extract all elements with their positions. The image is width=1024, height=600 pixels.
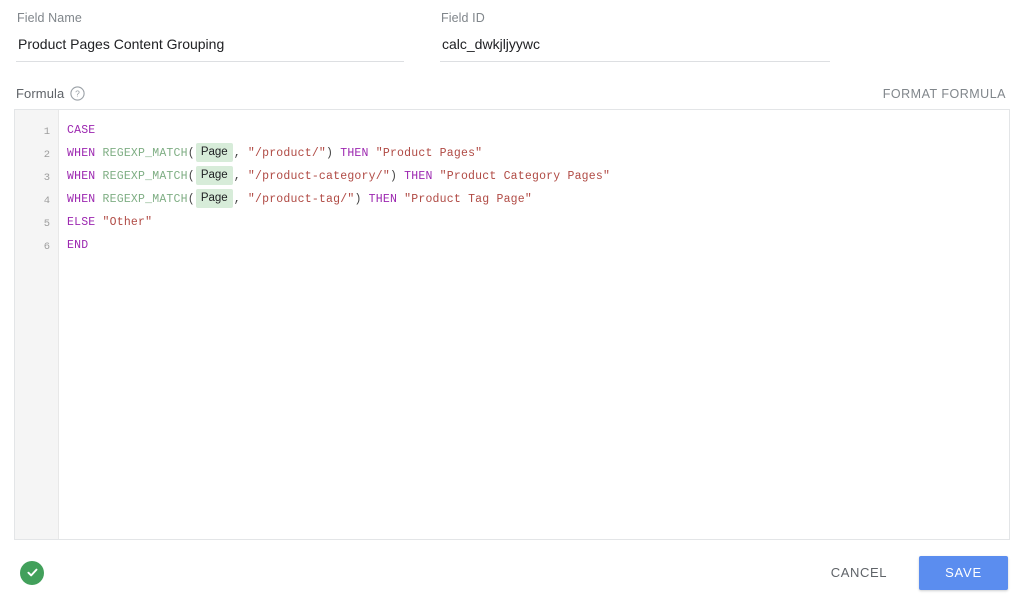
field-token-chip[interactable]: Page: [195, 143, 233, 162]
code-token: THEN: [340, 147, 369, 160]
field-token-chip[interactable]: Page: [195, 166, 233, 185]
code-line: CASE: [67, 119, 1009, 142]
code-token: "/product-category/": [247, 170, 390, 183]
field-name-label: Field Name: [17, 11, 82, 25]
line-number: 1: [43, 126, 50, 138]
check-circle-icon: [20, 560, 44, 585]
code-token: CASE: [67, 124, 96, 137]
formula-label: Formula: [16, 86, 65, 101]
line-number: 5: [43, 218, 50, 230]
code-token: (: [187, 193, 195, 206]
code-token: (: [187, 170, 195, 183]
line-number: 4: [43, 195, 50, 207]
field-name-group: Field Name: [16, 10, 404, 62]
line-number: 2: [43, 149, 50, 161]
code-token: REGEXP_MATCH: [102, 170, 188, 183]
line-number: 6: [43, 241, 50, 253]
svg-text:?: ?: [76, 89, 81, 99]
field-token-chip[interactable]: Page: [195, 189, 233, 208]
code-line: WHEN REGEXP_MATCH(Page, "/product-catego…: [67, 165, 1009, 188]
editor-code-area[interactable]: CASE WHEN REGEXP_MATCH(Page, "/product/")…: [59, 110, 1009, 539]
editor-gutter: 1 2 3 4 5 6: [15, 110, 59, 539]
field-id-input[interactable]: [440, 35, 830, 62]
code-token: ): [326, 147, 341, 160]
formula-label-group: Formula ?: [16, 86, 86, 101]
code-token: ,: [233, 193, 248, 206]
code-token: "Other": [102, 216, 153, 229]
code-line: END: [67, 234, 1009, 257]
field-name-input[interactable]: [16, 35, 404, 62]
code-token: WHEN: [67, 170, 96, 183]
code-token: (: [187, 147, 195, 160]
code-token: WHEN: [67, 193, 96, 206]
dialog-footer: CANCEL SAVE: [0, 545, 1024, 600]
code-token: ,: [233, 170, 248, 183]
code-token: WHEN: [67, 147, 96, 160]
line-number: 3: [43, 172, 50, 184]
cancel-button[interactable]: CANCEL: [817, 555, 901, 590]
fields-row: Field Name Field ID: [0, 0, 1024, 62]
formula-header: Formula ? FORMAT FORMULA: [0, 62, 1024, 101]
code-token: REGEXP_MATCH: [102, 193, 188, 206]
code-token: THEN: [368, 193, 398, 206]
code-token: ,: [233, 147, 248, 160]
formula-editor[interactable]: 123456 CASE WHEN REGEXP_MATCH(Page, "/pro…: [14, 109, 1010, 540]
code-token: REGEXP_MATCH: [102, 147, 188, 160]
code-token: "Product Tag Page": [404, 193, 532, 206]
code-line: WHEN REGEXP_MATCH(Page, "/product-tag/")…: [67, 188, 1009, 211]
code-token: "Product Category Pages": [439, 170, 611, 183]
code-token: THEN: [404, 170, 433, 183]
code-token: ELSE: [67, 216, 96, 229]
save-button[interactable]: SAVE: [919, 555, 1008, 590]
format-formula-button[interactable]: FORMAT FORMULA: [883, 87, 1008, 101]
code-token: ): [354, 193, 369, 206]
code-token: "/product/": [247, 147, 327, 160]
code-line: WHEN REGEXP_MATCH(Page, "/product/") THE…: [67, 142, 1009, 165]
field-id-group: Field ID: [440, 10, 830, 62]
code-token: "Product Pages": [375, 147, 483, 160]
code-line: ELSE "Other": [67, 211, 1009, 234]
help-circle-icon[interactable]: ?: [70, 86, 86, 101]
code-token: END: [67, 239, 89, 252]
code-token: "/product-tag/": [247, 193, 355, 206]
code-token: ): [389, 170, 405, 183]
field-id-label: Field ID: [441, 11, 485, 25]
